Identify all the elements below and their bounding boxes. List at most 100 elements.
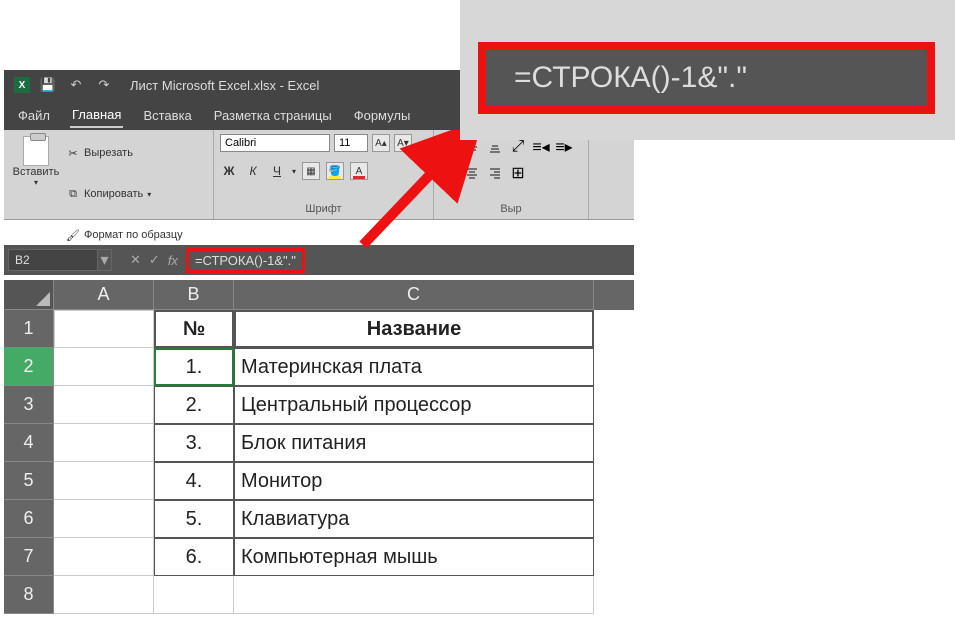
fx-icon[interactable]: fx — [168, 253, 178, 268]
callout-formula-text: =СТРОКА()-1&"." — [514, 61, 747, 95]
font-group: A▴ A▾ Ж К Ч ▾ ▦ 🪣 A Шрифт — [214, 130, 434, 219]
excel-icon: X — [14, 77, 30, 93]
row-header[interactable]: 1 — [4, 310, 54, 348]
font-size-select[interactable] — [334, 134, 368, 152]
borders-button[interactable]: ▦ — [302, 162, 320, 180]
increase-font-button[interactable]: A▴ — [372, 134, 390, 152]
cell[interactable]: 6. — [154, 538, 234, 576]
clipboard-group: Вставить ▾ ✂Вырезать ⧉Копировать▾ 🖌Форма… — [4, 130, 214, 219]
cancel-formula-icon[interactable]: ✕ — [130, 252, 141, 268]
cell[interactable] — [54, 424, 154, 462]
formula-bar-row: B2 ▾ ✕ ✓ fx =СТРОКА()-1&"." — [4, 245, 634, 275]
redo-icon[interactable]: ↷ — [94, 75, 114, 95]
paste-button[interactable]: Вставить ▾ — [10, 134, 62, 254]
copy-label: Копировать — [84, 188, 143, 200]
cell[interactable]: 3. — [154, 424, 234, 462]
row-header[interactable]: 3 — [4, 386, 54, 424]
alignment-group-label: Выр — [440, 203, 582, 215]
formula-bar-value: =СТРОКА()-1&"." — [195, 253, 296, 268]
cell[interactable] — [54, 348, 154, 386]
merge-cells-button[interactable]: ⊞ — [509, 164, 527, 182]
cell[interactable]: Компьютерная мышь — [234, 538, 594, 576]
clipboard-icon — [23, 136, 49, 166]
align-top-button[interactable] — [440, 138, 458, 156]
copy-icon: ⧉ — [66, 187, 80, 201]
cell-header-name[interactable]: Название — [234, 310, 594, 348]
cut-button[interactable]: ✂Вырезать — [66, 134, 183, 172]
cell[interactable]: Клавиатура — [234, 500, 594, 538]
paste-label: Вставить — [13, 166, 60, 178]
copy-button[interactable]: ⧉ Копировать ▾ — [66, 175, 183, 213]
table-row: 5 4. Монитор — [4, 462, 634, 500]
save-icon[interactable]: 💾 — [38, 75, 58, 95]
cell[interactable] — [54, 576, 154, 614]
selected-cell[interactable]: 1. — [154, 348, 234, 386]
table-row: 8 — [4, 576, 634, 614]
col-header-b[interactable]: B — [154, 280, 234, 310]
cell[interactable] — [54, 462, 154, 500]
ribbon: Вставить ▾ ✂Вырезать ⧉Копировать▾ 🖌Форма… — [4, 130, 634, 220]
table-row: 1 № Название — [4, 310, 634, 348]
row-header[interactable]: 5 — [4, 462, 54, 500]
underline-button[interactable]: Ч — [268, 164, 286, 178]
chevron-down-icon: ▾ — [34, 178, 38, 187]
column-headers: A B C — [4, 280, 634, 310]
align-right-button[interactable] — [486, 164, 504, 182]
tab-file[interactable]: Файл — [16, 104, 52, 127]
align-left-button[interactable] — [440, 164, 458, 182]
decrease-font-button[interactable]: A▾ — [394, 134, 412, 152]
orientation-button[interactable]: ⤢ — [509, 138, 527, 156]
font-group-label: Шрифт — [220, 203, 427, 215]
bold-button[interactable]: Ж — [220, 164, 238, 178]
cell[interactable]: 4. — [154, 462, 234, 500]
font-color-button[interactable]: A — [350, 162, 368, 180]
tab-formulas[interactable]: Формулы — [352, 104, 413, 127]
cell[interactable] — [54, 310, 154, 348]
name-box-dropdown[interactable]: ▾ — [98, 249, 112, 271]
chevron-down-icon: ▾ — [292, 167, 296, 176]
alignment-group: ⤢ ≡◂ ≡▸ ⊞ Выр — [434, 130, 589, 219]
cell[interactable] — [54, 386, 154, 424]
align-middle-button[interactable] — [463, 138, 481, 156]
italic-button[interactable]: К — [244, 164, 262, 178]
cell-header-num[interactable]: № — [154, 310, 234, 348]
cut-label: Вырезать — [84, 147, 133, 159]
cell[interactable]: Блок питания — [234, 424, 594, 462]
table-row: 2 1. Материнская плата — [4, 348, 634, 386]
col-header-a[interactable]: A — [54, 280, 154, 310]
row-header[interactable]: 8 — [4, 576, 54, 614]
decrease-indent-button[interactable]: ≡◂ — [532, 138, 550, 156]
tab-insert[interactable]: Вставка — [141, 104, 193, 127]
cell[interactable]: 5. — [154, 500, 234, 538]
cell[interactable]: Центральный процессор — [234, 386, 594, 424]
row-header[interactable]: 4 — [4, 424, 54, 462]
name-box-value: B2 — [15, 253, 30, 267]
font-name-select[interactable] — [220, 134, 330, 152]
increase-indent-button[interactable]: ≡▸ — [555, 138, 573, 156]
row-header[interactable]: 7 — [4, 538, 54, 576]
align-center-button[interactable] — [463, 164, 481, 182]
align-bottom-button[interactable] — [486, 138, 504, 156]
formula-bar[interactable]: =СТРОКА()-1&"." — [186, 248, 305, 273]
cell[interactable] — [54, 538, 154, 576]
cell[interactable]: 2. — [154, 386, 234, 424]
cell[interactable] — [234, 576, 594, 614]
cell[interactable]: Материнская плата — [234, 348, 594, 386]
row-header[interactable]: 6 — [4, 500, 54, 538]
name-box[interactable]: B2 — [8, 249, 98, 271]
chevron-down-icon: ▾ — [147, 190, 151, 199]
undo-icon[interactable]: ↶ — [66, 75, 86, 95]
cell[interactable] — [54, 500, 154, 538]
cell[interactable]: Монитор — [234, 462, 594, 500]
row-header[interactable]: 2 — [4, 348, 54, 386]
table-row: 6 5. Клавиатура — [4, 500, 634, 538]
select-all-corner[interactable] — [4, 280, 54, 310]
enter-formula-icon[interactable]: ✓ — [149, 252, 160, 268]
formula-callout: =СТРОКА()-1&"." — [460, 0, 955, 140]
cell[interactable] — [154, 576, 234, 614]
fill-color-button[interactable]: 🪣 — [326, 162, 344, 180]
col-header-c[interactable]: C — [234, 280, 594, 310]
tab-page-layout[interactable]: Разметка страницы — [212, 104, 334, 127]
tab-home[interactable]: Главная — [70, 103, 123, 128]
spreadsheet-grid: A B C 1 № Название 2 1. Материнская плат… — [4, 280, 634, 614]
